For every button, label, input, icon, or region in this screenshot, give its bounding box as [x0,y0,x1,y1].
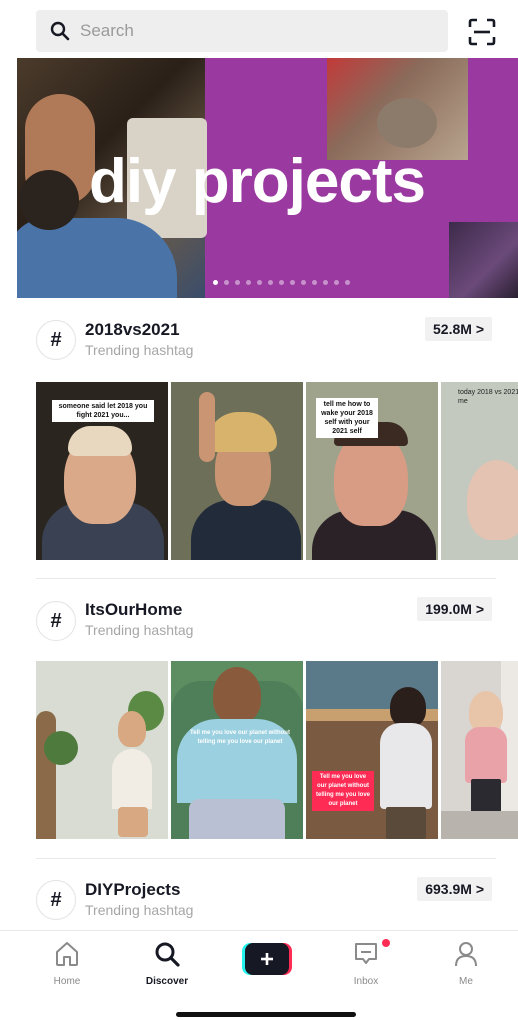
carousel-dot[interactable] [224,280,229,285]
carousel-dot[interactable] [268,280,273,285]
video-thumbnails-row: Tell me you love our planet without tell… [36,661,518,839]
inbox-icon [355,943,377,964]
video-thumbnails-row: someone said let 2018 you fight 2021 you… [36,382,518,560]
carousel-dot[interactable] [312,280,317,285]
hashtag-icon: # [36,601,76,641]
carousel-dot[interactable] [334,280,339,285]
carousel-dot[interactable] [279,280,284,285]
notification-dot [382,939,390,947]
home-indicator [176,1012,356,1017]
search-icon [50,21,70,41]
hashtag-subtitle: Trending hashtag [85,902,194,918]
hashtag-icon: # [36,880,76,920]
video-thumbnail[interactable] [36,661,168,839]
carousel-dot[interactable] [345,280,350,285]
carousel-dot[interactable] [213,280,218,285]
banner-title: diy projects [89,147,426,216]
tab-discover[interactable]: Discover [137,939,197,987]
carousel-dots [213,280,350,285]
profile-icon [455,942,477,967]
featured-banner[interactable]: diy projects [17,58,518,298]
tab-label: Discover [145,976,189,987]
video-thumbnail[interactable] [171,382,303,560]
bottom-tab-bar: Home Discover Inbox Me [0,930,518,1020]
banner-image-crafting [449,222,518,298]
tab-label: Me [459,976,473,987]
carousel-dot[interactable] [323,280,328,285]
carousel-dot[interactable] [246,280,251,285]
video-thumbnail[interactable]: today 2018 vs 2021 me [441,382,518,560]
hashtag-title[interactable]: ItsOurHome [85,600,182,620]
scan-qr-icon[interactable] [468,18,496,46]
video-thumbnail[interactable] [441,661,518,839]
tab-home[interactable]: Home [37,939,97,987]
carousel-dot[interactable] [257,280,262,285]
banner-image-pottery [327,58,468,160]
video-caption: Tell me you love our planet without tell… [190,730,290,745]
hashtag-subtitle: Trending hashtag [85,622,194,638]
video-thumbnail[interactable]: Tell me you love our planet without tell… [171,661,303,839]
search-input[interactable] [78,20,422,42]
view-count-button[interactable]: 693.9M > [417,877,492,901]
carousel-dot[interactable] [235,280,240,285]
search-icon [155,942,180,967]
tab-label: Inbox [353,976,379,987]
create-button[interactable] [242,943,292,975]
view-count-button[interactable]: 199.0M > [417,597,492,621]
hashtag-subtitle: Trending hashtag [85,342,194,358]
carousel-dot[interactable] [290,280,295,285]
video-caption: someone said let 2018 you fight 2021 you… [52,400,154,422]
video-caption: tell me how to wake your 2018 self with … [316,398,378,438]
carousel-dot[interactable] [301,280,306,285]
section-divider [36,858,496,859]
view-count-button[interactable]: 52.8M > [425,317,492,341]
hashtag-title[interactable]: DIYProjects [85,880,180,900]
tab-label: Home [53,976,81,987]
section-divider [36,578,496,579]
home-icon [56,942,78,966]
video-thumbnail[interactable]: Tell me you love our planet without tell… [306,661,438,839]
video-thumbnail[interactable]: someone said let 2018 you fight 2021 you… [36,382,168,560]
video-caption: today 2018 vs 2021 me [458,389,518,405]
video-caption: Tell me you love our planet without tell… [312,771,374,811]
video-thumbnail[interactable]: tell me how to wake your 2018 self with … [306,382,438,560]
tab-me[interactable]: Me [436,939,496,987]
hashtag-title[interactable]: 2018vs2021 [85,320,180,340]
hashtag-icon: # [36,320,76,360]
search-bar[interactable] [36,10,448,52]
tab-inbox[interactable]: Inbox [336,939,396,987]
